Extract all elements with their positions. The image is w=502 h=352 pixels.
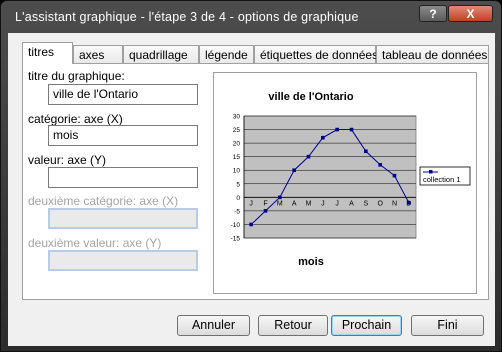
tab-axes[interactable]: axes <box>73 45 123 64</box>
y-tick-label: 10 <box>233 168 241 175</box>
value-axis-input[interactable] <box>48 167 198 188</box>
legend-series-name: collection 1 <box>423 175 461 184</box>
category-axis-label: catégorie: axe (X) <box>28 112 123 126</box>
data-point <box>249 222 253 227</box>
chart-title-input[interactable]: ville de l'Ontario <box>48 84 198 105</box>
data-point <box>392 173 397 178</box>
dialog-body: titres axes quadrillage légende étiquett… <box>8 33 495 346</box>
data-point <box>321 135 325 140</box>
second-category-axis-input <box>48 208 198 229</box>
value-axis-label: valeur: axe (Y) <box>28 153 107 167</box>
chart-preview-svg: ville de l'Ontario 30 25 20 15 10 5 0 -5 -10 -15 J… <box>231 91 471 268</box>
y-tick-label: 15 <box>233 154 241 161</box>
second-category-axis-label: deuxième catégorie: axe (X) <box>28 194 179 208</box>
chart-preview: ville de l'Ontario 30 25 20 15 10 5 0 -5 -10 -15 J… <box>213 72 477 294</box>
close-icon[interactable]: X <box>448 5 493 22</box>
second-value-axis-input <box>48 250 198 271</box>
x-tick-label: A <box>292 200 297 207</box>
x-tick-label: J <box>335 200 339 207</box>
data-point <box>306 154 311 159</box>
category-axis-input[interactable]: mois <box>48 125 198 146</box>
tab-titres[interactable]: titres <box>22 42 73 64</box>
y-tick-label: 25 <box>233 127 241 134</box>
y-tick-label: 0 <box>236 195 240 202</box>
finish-button[interactable]: Fini <box>411 315 484 336</box>
tab-legende[interactable]: légende <box>199 45 254 64</box>
x-tick-label: J <box>321 200 325 207</box>
y-tick-label: -10 <box>231 222 241 229</box>
x-tick-label: S <box>363 200 368 207</box>
x-tick-label: M <box>306 200 312 207</box>
legend-marker <box>429 170 433 174</box>
data-point <box>364 149 368 154</box>
y-tick-label: -15 <box>231 236 241 243</box>
data-point <box>335 127 339 132</box>
y-tick-label: 20 <box>233 141 241 148</box>
title-bar: L'assistant graphique - l'étape 3 de 4 -… <box>1 1 501 33</box>
data-point <box>292 168 296 173</box>
x-tick-label: F <box>263 200 267 207</box>
data-point <box>349 127 354 132</box>
x-tick-label: N <box>392 200 397 207</box>
second-value-axis-label: deuxième valeur: axe (Y) <box>28 236 162 250</box>
legend: collection 1 <box>419 166 471 186</box>
y-tick-label: 30 <box>233 114 241 121</box>
tab-panel-titres: titre du graphique: ville de l'Ontario c… <box>22 63 489 300</box>
chart-wizard-dialog: L'assistant graphique - l'étape 3 de 4 -… <box>0 0 502 352</box>
tab-tableau[interactable]: tableau de données <box>376 45 489 64</box>
chart-title: ville de l'Ontario <box>268 91 353 103</box>
window-title: L'assistant graphique - l'étape 3 de 4 -… <box>15 10 359 24</box>
data-point <box>263 209 268 213</box>
plot-area <box>243 115 417 239</box>
next-button[interactable]: Prochain <box>331 315 402 336</box>
x-tick-label: M <box>277 200 283 207</box>
cancel-button[interactable]: Annuler <box>177 315 250 336</box>
chart-title-label: titre du graphique: <box>28 69 125 83</box>
y-tick-label: 5 <box>236 181 240 188</box>
x-tick-label: O <box>377 200 383 207</box>
x-axis-title: mois <box>298 256 324 268</box>
tab-quadrillage[interactable]: quadrillage <box>123 45 199 64</box>
data-point <box>278 195 282 200</box>
x-tick-label: J <box>249 200 253 207</box>
y-tick-label: -5 <box>234 208 240 215</box>
back-button[interactable]: Retour <box>258 315 328 336</box>
x-tick-label: A <box>349 200 354 207</box>
data-point <box>407 200 411 205</box>
tab-etiquettes[interactable]: étiquettes de données <box>254 45 378 64</box>
data-point <box>378 163 382 167</box>
help-icon[interactable]: ? <box>419 5 447 22</box>
